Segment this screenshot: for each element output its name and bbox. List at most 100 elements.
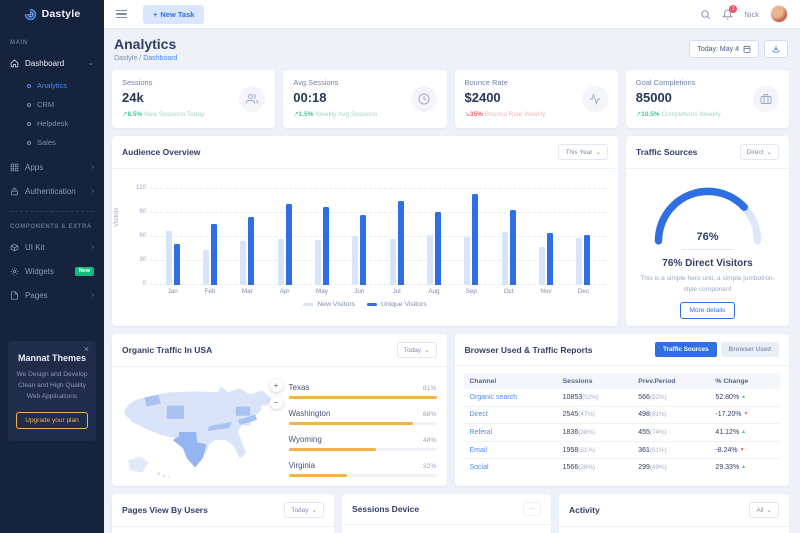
bar-group-nov xyxy=(539,189,553,285)
grid-icon xyxy=(10,163,19,172)
organic-period-select[interactable]: Today ⌄ xyxy=(397,342,437,358)
sidebar-item-pages[interactable]: Pages › xyxy=(0,283,104,307)
map-zoom-in-button[interactable]: + xyxy=(270,379,283,392)
bar-jan-new-visitors xyxy=(166,231,172,285)
direct-visitors-gauge: 76% xyxy=(644,179,772,245)
stat-value: $2400 xyxy=(465,90,546,105)
x-axis-label: Feb xyxy=(191,288,228,295)
stat-card-goal-completions: Goal Completions 85000 ↗10.5% Completion… xyxy=(626,70,789,128)
chevron-down-icon: ⌄ xyxy=(424,346,429,354)
audience-period-select[interactable]: This Year ⌄ xyxy=(558,144,608,160)
channel-link[interactable]: Organic search xyxy=(470,394,517,401)
chevron-down-icon: ⌄ xyxy=(767,148,772,156)
channel-link[interactable]: Direct xyxy=(470,411,488,418)
breadcrumb-separator: / xyxy=(139,55,141,62)
upgrade-plan-button[interactable]: Upgrade your plan xyxy=(16,412,87,429)
state-progress-bar xyxy=(289,448,377,451)
app-root: Dastyle MAIN Dashboard ⌄ Analytics CRM H… xyxy=(0,0,800,533)
bar-mar-unique-visitors xyxy=(248,217,254,285)
page-title: Analytics xyxy=(114,36,177,52)
chart-legend: New VisitorsUnique Visitors xyxy=(124,295,606,310)
close-icon[interactable]: × xyxy=(84,344,89,354)
card-menu-button[interactable]: ... xyxy=(523,502,541,516)
home-icon xyxy=(10,59,19,68)
channel-link[interactable]: Email xyxy=(470,447,488,454)
state-alaska xyxy=(128,456,148,472)
gear-icon xyxy=(10,267,19,276)
brand-logo[interactable]: Dastyle xyxy=(0,0,104,28)
sidebar-item-sales[interactable]: Sales xyxy=(0,133,104,152)
x-axis-label: Jul xyxy=(378,288,415,295)
traffic-sources-select[interactable]: Direct ⌄ xyxy=(740,144,779,160)
breadcrumb-parent[interactable]: Dastyle xyxy=(114,55,137,62)
bar-dec-new-visitors xyxy=(576,238,582,285)
channel-link[interactable]: Referal xyxy=(470,429,493,436)
date-range-button[interactable]: Today: May 4 xyxy=(689,40,759,58)
map-zoom-out-button[interactable]: − xyxy=(270,396,283,409)
bar-jun-new-visitors xyxy=(352,236,358,285)
sidebar-item-ui-kit[interactable]: UI Kit › xyxy=(0,235,104,259)
card-title: Browser Used & Traffic Reports xyxy=(465,345,593,355)
state-progress-bar xyxy=(289,474,347,477)
bar-dec-unique-visitors xyxy=(584,235,590,285)
trend-triangle-icon: ▲ xyxy=(741,429,746,435)
state-pennsylvania[interactable] xyxy=(236,407,250,416)
bar-group-jun xyxy=(352,189,366,285)
sidebar-item-label: Dashboard xyxy=(25,59,64,68)
notification-count-badge: 1 xyxy=(729,5,737,13)
tab-browser-used[interactable]: Browser Used xyxy=(721,342,779,357)
channel-link[interactable]: Social xyxy=(470,464,489,471)
usa-map xyxy=(118,373,281,487)
sidebar-item-analytics[interactable]: Analytics xyxy=(0,76,104,95)
state-progress-bar xyxy=(289,422,413,425)
bar-group-jul xyxy=(390,189,404,285)
promo-title: Mannat Themes xyxy=(15,353,89,363)
new-task-button[interactable]: + New Task xyxy=(143,5,204,24)
tab-traffic-sources[interactable]: Traffic Sources xyxy=(655,342,717,357)
bar-may-new-visitors xyxy=(315,240,321,285)
bar-nov-unique-visitors xyxy=(547,233,553,285)
page-content: Analytics Dastyle / Dashboard Today: May… xyxy=(104,28,800,533)
sidebar-item-authentication[interactable]: Authentication › xyxy=(0,179,104,203)
audience-xaxis: JanFebMarAprMayJunJulAugSepOctNovDec xyxy=(150,285,606,295)
search-icon[interactable] xyxy=(700,9,711,20)
bar-group-feb xyxy=(203,189,217,285)
table-row: Referal 1836(38%) 455(74%) 41.12%▲ xyxy=(464,424,781,442)
card-title: Audience Overview xyxy=(122,147,200,157)
sidebar-item-widgets[interactable]: Widgets New xyxy=(0,259,104,283)
bar-apr-new-visitors xyxy=(278,239,284,285)
sidebar-item-apps[interactable]: Apps › xyxy=(0,155,104,179)
chevron-down-icon: ⌄ xyxy=(87,59,94,67)
x-axis-label: Jun xyxy=(341,288,378,295)
avatar[interactable] xyxy=(770,5,788,23)
stat-delta: ↗8.5% New Sessions Today xyxy=(122,110,204,118)
sidebar-item-crm[interactable]: CRM xyxy=(0,95,104,114)
audience-overview-card: Audience Overview This Year ⌄ Visitors 0… xyxy=(112,136,618,326)
activity-filter-select[interactable]: All ⌄ xyxy=(749,502,779,518)
download-button[interactable] xyxy=(764,40,788,58)
traffic-sources-card: Traffic Sources Direct ⌄ 76% xyxy=(626,136,789,326)
menu-toggle-icon[interactable] xyxy=(116,10,127,19)
bar-group-apr xyxy=(278,189,292,285)
state-row-washington: Washington68% xyxy=(289,409,437,425)
bullet-icon xyxy=(27,122,31,126)
bar-mar-new-visitors xyxy=(240,241,246,285)
bar-sep-new-visitors xyxy=(464,237,470,285)
bullet-icon xyxy=(27,141,31,145)
sidebar-item-dashboard[interactable]: Dashboard ⌄ xyxy=(0,51,104,75)
stat-value: 24k xyxy=(122,90,204,105)
gauge-value: 76% xyxy=(644,231,772,243)
user-name: Nick xyxy=(744,10,759,19)
audience-bars xyxy=(150,189,606,285)
bar-sep-unique-visitors xyxy=(472,194,478,285)
notifications-bell-icon[interactable]: 1 xyxy=(722,9,733,20)
more-details-button[interactable]: More details xyxy=(680,302,736,319)
chevron-down-icon: ⌄ xyxy=(312,506,317,514)
chevron-right-icon: › xyxy=(91,243,94,251)
breadcrumb-current[interactable]: Dashboard xyxy=(143,55,177,62)
card-title: Pages View By Users xyxy=(122,505,208,515)
pages-view-period-select[interactable]: Today ⌄ xyxy=(284,502,324,518)
box-icon xyxy=(10,243,19,252)
state-wyoming[interactable] xyxy=(167,406,184,419)
sidebar-item-helpdesk[interactable]: Helpdesk xyxy=(0,114,104,133)
